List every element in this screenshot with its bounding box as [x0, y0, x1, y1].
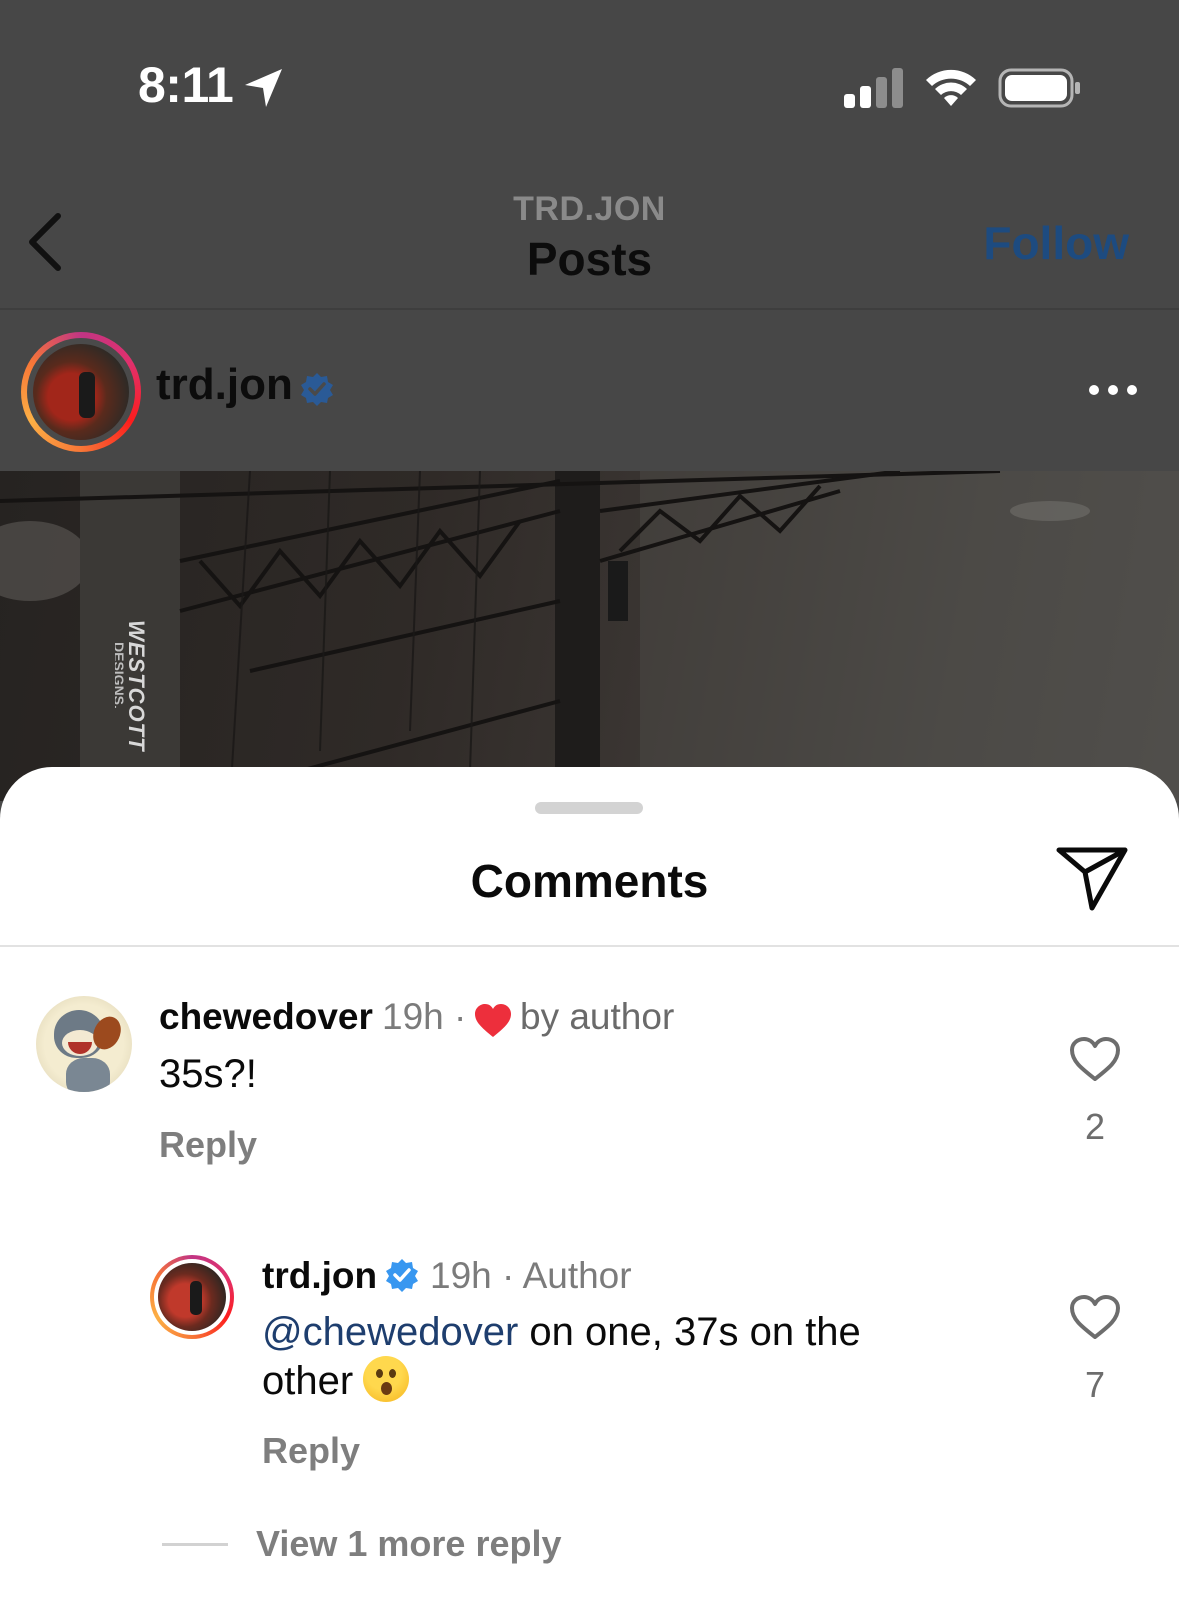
- reply-author-avatar[interactable]: [150, 1255, 234, 1339]
- heart-icon[interactable]: [1069, 1036, 1121, 1082]
- comment-text: 35s?!: [159, 1052, 257, 1096]
- post-username[interactable]: trd.jon: [156, 360, 293, 410]
- verified-badge-icon: [301, 373, 333, 406]
- battery-icon: [998, 68, 1080, 108]
- avatar-figure: [79, 372, 95, 418]
- follow-button[interactable]: Follow: [983, 216, 1129, 270]
- liked-by-author-label: by author: [520, 996, 675, 1037]
- reply-meta: 19h · Author: [430, 1255, 632, 1296]
- comment-time: 19h: [382, 996, 444, 1037]
- post-image[interactable]: [0, 471, 1179, 801]
- reply-button[interactable]: Reply: [159, 1124, 257, 1166]
- avatar-cartoon-body: [66, 1058, 110, 1092]
- like-count: 7: [1084, 1364, 1106, 1405]
- verified-badge-icon: [386, 1259, 418, 1292]
- paper-plane-icon[interactable]: [1056, 846, 1128, 912]
- like-count: 2: [1084, 1106, 1106, 1147]
- location-arrow-icon: [245, 69, 282, 107]
- hushed-face-emoji-icon: [363, 1356, 410, 1402]
- mention-link[interactable]: @chewedover: [262, 1310, 518, 1354]
- avatar-figure: [190, 1281, 202, 1315]
- reply-username[interactable]: trd.jon: [262, 1255, 377, 1297]
- header-divider: [0, 308, 1179, 310]
- reply-text: @chewedover on one, 37s on the other: [262, 1308, 962, 1405]
- sign-subtext: DESIGNS.: [115, 642, 127, 709]
- post-author-avatar[interactable]: [21, 332, 141, 452]
- wifi-icon: [926, 69, 976, 106]
- more-horizontal-icon[interactable]: [1088, 382, 1138, 398]
- view-more-replies-button[interactable]: View 1 more reply: [256, 1523, 562, 1565]
- avatar-photo: [33, 344, 129, 440]
- status-time: 8:11: [138, 57, 234, 113]
- meta-separator: ·: [454, 996, 467, 1037]
- reply-button[interactable]: Reply: [262, 1430, 360, 1472]
- sheet-divider: [0, 945, 1179, 947]
- comment-username[interactable]: chewedover: [159, 996, 373, 1038]
- westcott-sign: WESTCOTT DESIGNS.: [115, 620, 155, 780]
- view-more-line: [162, 1543, 228, 1546]
- liked-by-author-heart-icon: [475, 1004, 511, 1037]
- avatar-photo: [158, 1263, 226, 1331]
- comments-title: Comments: [470, 855, 709, 907]
- garage-ceiling-graphic: [0, 471, 1179, 801]
- comment-meta: 19h ·: [382, 996, 466, 1038]
- cellular-signal-icon: [844, 68, 903, 108]
- commenter-avatar[interactable]: [36, 996, 132, 1092]
- sheet-drag-handle[interactable]: [535, 802, 643, 814]
- heart-icon[interactable]: [1069, 1294, 1121, 1340]
